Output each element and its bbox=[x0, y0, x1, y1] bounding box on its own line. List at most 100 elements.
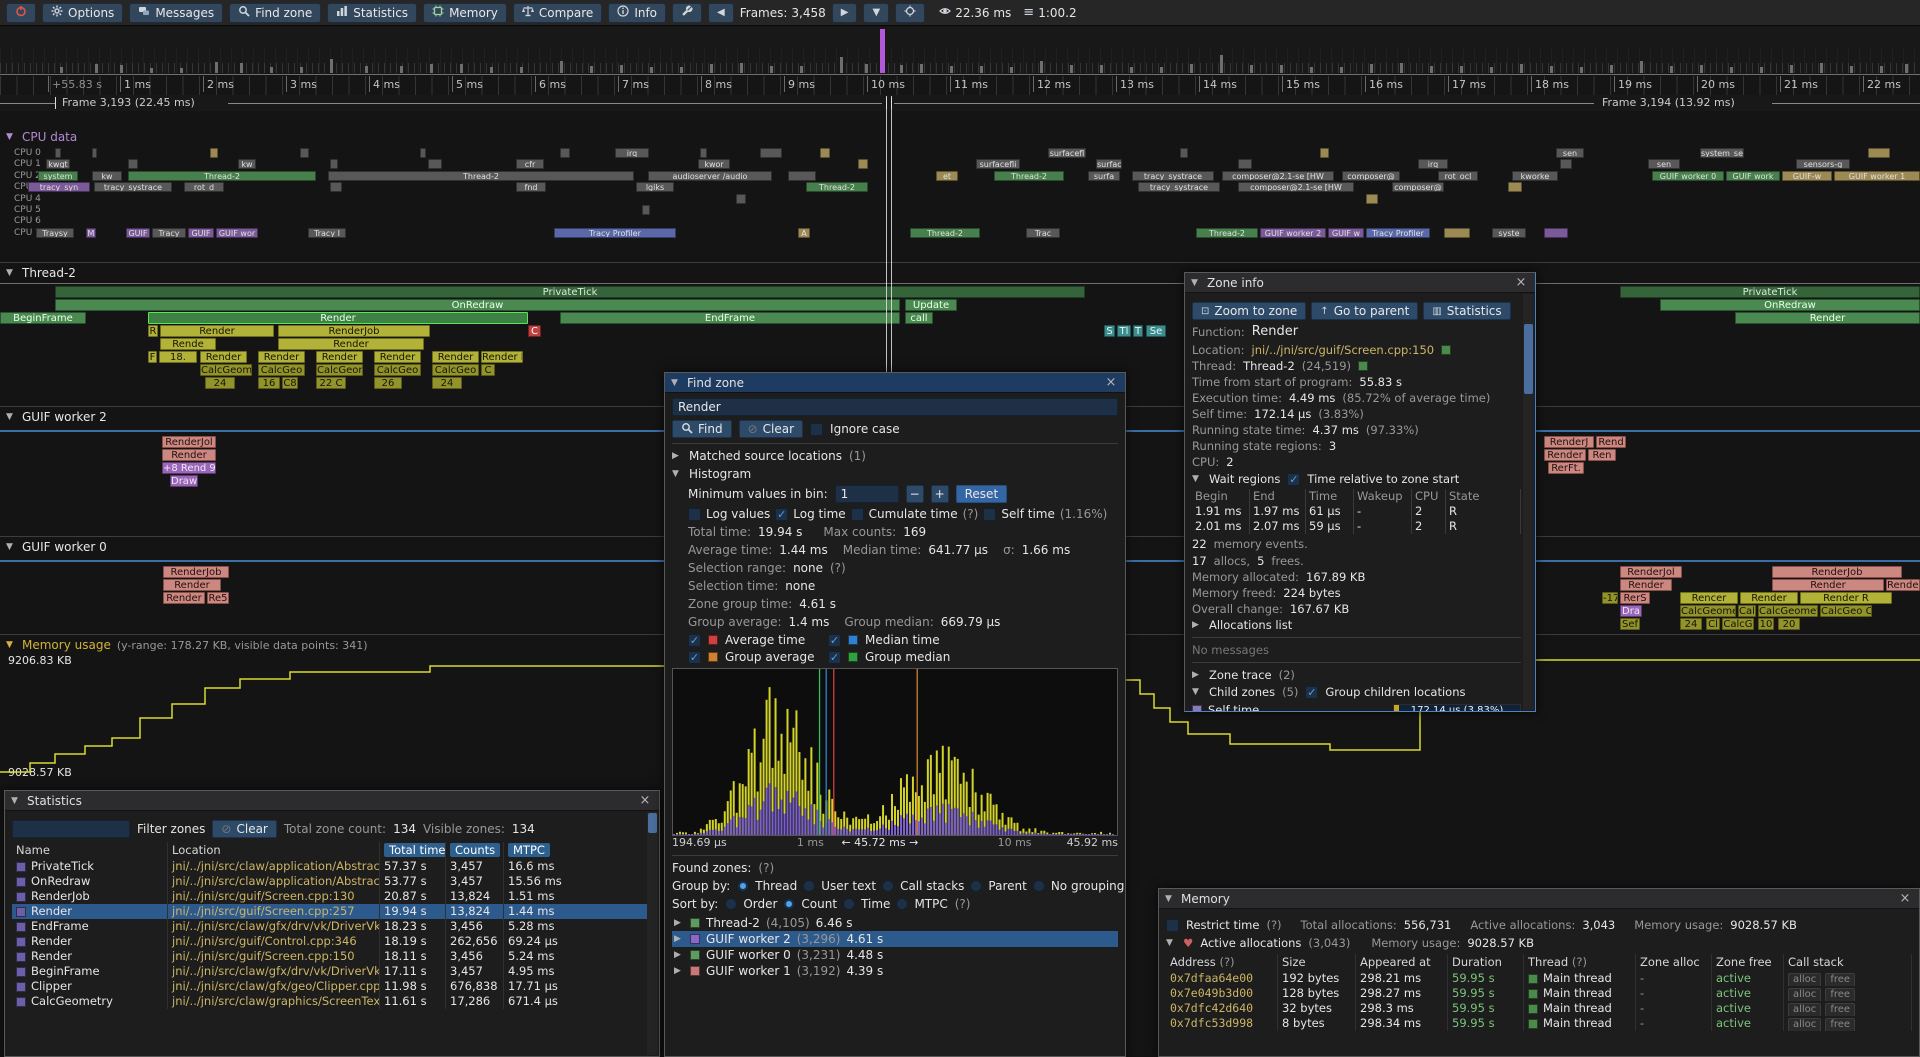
timeline-zone[interactable]: RerS bbox=[1620, 592, 1650, 604]
wait-table-row[interactable]: 1.91 ms1.97 ms61 μs-2R bbox=[1192, 504, 1521, 519]
legend-checkbox[interactable] bbox=[828, 634, 841, 647]
memory-titlebar[interactable]: ▼ Memory × bbox=[1159, 889, 1919, 909]
timeline-zone[interactable]: OnRedraw bbox=[1660, 299, 1920, 311]
collapse-icon[interactable]: ▼ bbox=[11, 796, 21, 806]
cpu-zone[interactable]: surfa bbox=[1088, 171, 1120, 181]
close-icon[interactable]: × bbox=[1513, 275, 1529, 290]
timeline-zone[interactable]: Cl bbox=[1706, 618, 1720, 630]
child-zone-row[interactable]: Self time172.14 us (3.83%) bbox=[1192, 702, 1521, 712]
allocation-row[interactable]: 0x7dfc42d64032 bytes298.3 ms59.95 sMain … bbox=[1166, 1001, 1912, 1016]
column-zone-alloc[interactable]: Zone alloc bbox=[1636, 954, 1712, 971]
power-button[interactable] bbox=[6, 3, 36, 23]
collapse-icon[interactable]: ▼ bbox=[671, 378, 681, 388]
group-by-thread-radio[interactable] bbox=[737, 880, 749, 892]
cpu-zone[interactable]: kwgt bbox=[46, 159, 70, 169]
histogram-plot[interactable] bbox=[672, 668, 1118, 836]
sort-by-order-radio[interactable] bbox=[725, 898, 737, 910]
timeline-zone[interactable]: RenderJob bbox=[163, 566, 229, 578]
timeline-zone[interactable]: Render bbox=[258, 351, 305, 363]
zone-info-scrollbar[interactable] bbox=[1523, 294, 1534, 710]
cpu-zone[interactable] bbox=[128, 159, 138, 169]
collapse-icon[interactable]: ▼ bbox=[1192, 474, 1202, 484]
timeline-zone[interactable]: Render bbox=[162, 449, 216, 461]
free-callstack-chip[interactable]: free bbox=[1825, 988, 1855, 1001]
timeline-zone[interactable]: OnRedraw bbox=[55, 299, 900, 311]
column-address[interactable]: Address (?) bbox=[1166, 954, 1278, 971]
timeline-zone[interactable]: RenderJob bbox=[278, 325, 430, 337]
timeline-zone[interactable]: Render bbox=[432, 351, 479, 363]
timeline-zone[interactable]: 18. bbox=[159, 351, 197, 363]
cpu-zone[interactable] bbox=[1238, 159, 1252, 169]
expand-icon[interactable]: ▶ bbox=[1192, 620, 1202, 630]
cpu-zone[interactable] bbox=[300, 148, 309, 158]
timeline-zone[interactable]: Dra bbox=[1620, 605, 1642, 617]
free-callstack-chip[interactable]: free bbox=[1825, 1003, 1855, 1016]
cpu-zone[interactable]: Thread-2 bbox=[128, 171, 316, 181]
column-mtpc[interactable]: MTPC bbox=[508, 843, 550, 857]
timeline-zone[interactable]: PrivateTick bbox=[55, 286, 1085, 298]
clear-filter-button[interactable]: ⊘ Clear bbox=[212, 820, 276, 838]
cpu-zone[interactable]: irq bbox=[1418, 159, 1448, 169]
cpu-zone[interactable]: GUIF bbox=[188, 228, 214, 238]
go-to-parent-button[interactable]: ↑Go to parent bbox=[1311, 302, 1418, 320]
cpu-zone[interactable]: A bbox=[798, 228, 810, 238]
cpu-zone[interactable]: tracy_systrace bbox=[94, 182, 172, 192]
alloc-callstack-chip[interactable]: alloc bbox=[1788, 988, 1821, 1001]
timeline-zone[interactable]: Render bbox=[1544, 449, 1586, 461]
tools-button[interactable] bbox=[672, 3, 702, 23]
allocation-address[interactable]: 0x7dfc42d640 bbox=[1166, 1001, 1278, 1016]
close-icon[interactable]: × bbox=[1897, 891, 1913, 906]
timeline-zone[interactable]: RerFt. bbox=[1548, 462, 1584, 474]
cpu-zone[interactable]: composer@ bbox=[1392, 182, 1444, 192]
sort-by-time-radio[interactable] bbox=[843, 898, 855, 910]
statistics-titlebar[interactable]: ▼ Statistics × bbox=[5, 791, 659, 811]
cpu-zone[interactable] bbox=[820, 148, 830, 158]
free-callstack-chip[interactable]: free bbox=[1825, 1018, 1855, 1031]
wait-table-row[interactable]: 2.01 ms2.07 ms59 μs-2R bbox=[1192, 519, 1521, 534]
timeline-zone[interactable]: Draw bbox=[170, 475, 198, 487]
cpu-zone[interactable]: system bbox=[38, 171, 78, 181]
expand-icon[interactable]: ▶ bbox=[674, 918, 684, 928]
matched-source-locations[interactable]: Matched source locations bbox=[689, 449, 842, 463]
collapse-icon[interactable]: ▼ bbox=[1165, 894, 1175, 904]
cpu-zone[interactable] bbox=[330, 182, 342, 192]
allocation-row[interactable]: 0x7dfaa64e00192 bytes298.21 ms59.95 sMai… bbox=[1166, 971, 1912, 986]
cpu-zone[interactable]: surfac bbox=[1096, 159, 1122, 169]
collapse-icon[interactable]: ▼ bbox=[1191, 278, 1201, 288]
cpu-zone[interactable]: GUIF wor bbox=[216, 228, 258, 238]
cpu-zone[interactable]: GUIF-w bbox=[1782, 171, 1832, 181]
timeline-zone[interactable]: Se bbox=[1146, 325, 1166, 337]
timeline-zone[interactable]: CalcGeo bbox=[258, 364, 305, 376]
timeline-zone[interactable]: call bbox=[905, 312, 933, 324]
cpu-zone[interactable]: rot_d bbox=[184, 182, 224, 192]
timeline-zone[interactable]: CalcGeo bbox=[374, 364, 421, 376]
zone-group-row[interactable]: ▶Thread-2(4,105)6.46 s bbox=[672, 915, 1118, 931]
restrict-time-checkbox[interactable] bbox=[1166, 919, 1179, 932]
cpu-zone[interactable] bbox=[55, 148, 61, 158]
help-marker[interactable]: (?) bbox=[1266, 918, 1281, 932]
timeline-zone[interactable]: CalcGeor bbox=[316, 364, 363, 376]
timeline-zone[interactable]: T bbox=[1133, 325, 1143, 337]
timeline-zone[interactable]: C bbox=[481, 364, 495, 376]
timeline-zone[interactable]: CalcG bbox=[1722, 618, 1754, 630]
timeline-zone[interactable]: Render bbox=[1735, 312, 1920, 324]
timeline-zone[interactable]: C8 bbox=[282, 377, 298, 389]
timeline-zone[interactable]: RenderJ bbox=[1544, 436, 1594, 448]
cpu-zone[interactable] bbox=[736, 194, 746, 204]
collapse-icon[interactable]: ▼ bbox=[1166, 938, 1176, 948]
collapse-icon[interactable]: ▼ bbox=[6, 412, 16, 422]
column-call-stack[interactable]: Call stack bbox=[1784, 954, 1912, 971]
cpu-zone[interactable]: Tracy bbox=[152, 228, 186, 238]
timeline-zone[interactable]: 24 bbox=[205, 377, 235, 389]
column-thread[interactable]: Thread (?) bbox=[1524, 954, 1636, 971]
timeline-zone[interactable]: 16 bbox=[258, 377, 280, 389]
cpu-zone[interactable]: Thread-2 bbox=[806, 182, 868, 192]
timeline-zone[interactable]: RenderJol bbox=[1620, 566, 1682, 578]
cpu-zone[interactable]: tracy_systrace bbox=[1132, 171, 1214, 181]
cpu-zone[interactable]: kworke bbox=[1512, 171, 1558, 181]
alloc-callstack-chip[interactable]: alloc bbox=[1788, 1003, 1821, 1016]
find-button[interactable]: Find bbox=[672, 420, 732, 438]
compare-button[interactable]: Compare bbox=[513, 3, 602, 23]
cpu-zone[interactable] bbox=[330, 159, 338, 169]
allocation-appeared[interactable]: 298.27 ms bbox=[1356, 986, 1448, 1001]
